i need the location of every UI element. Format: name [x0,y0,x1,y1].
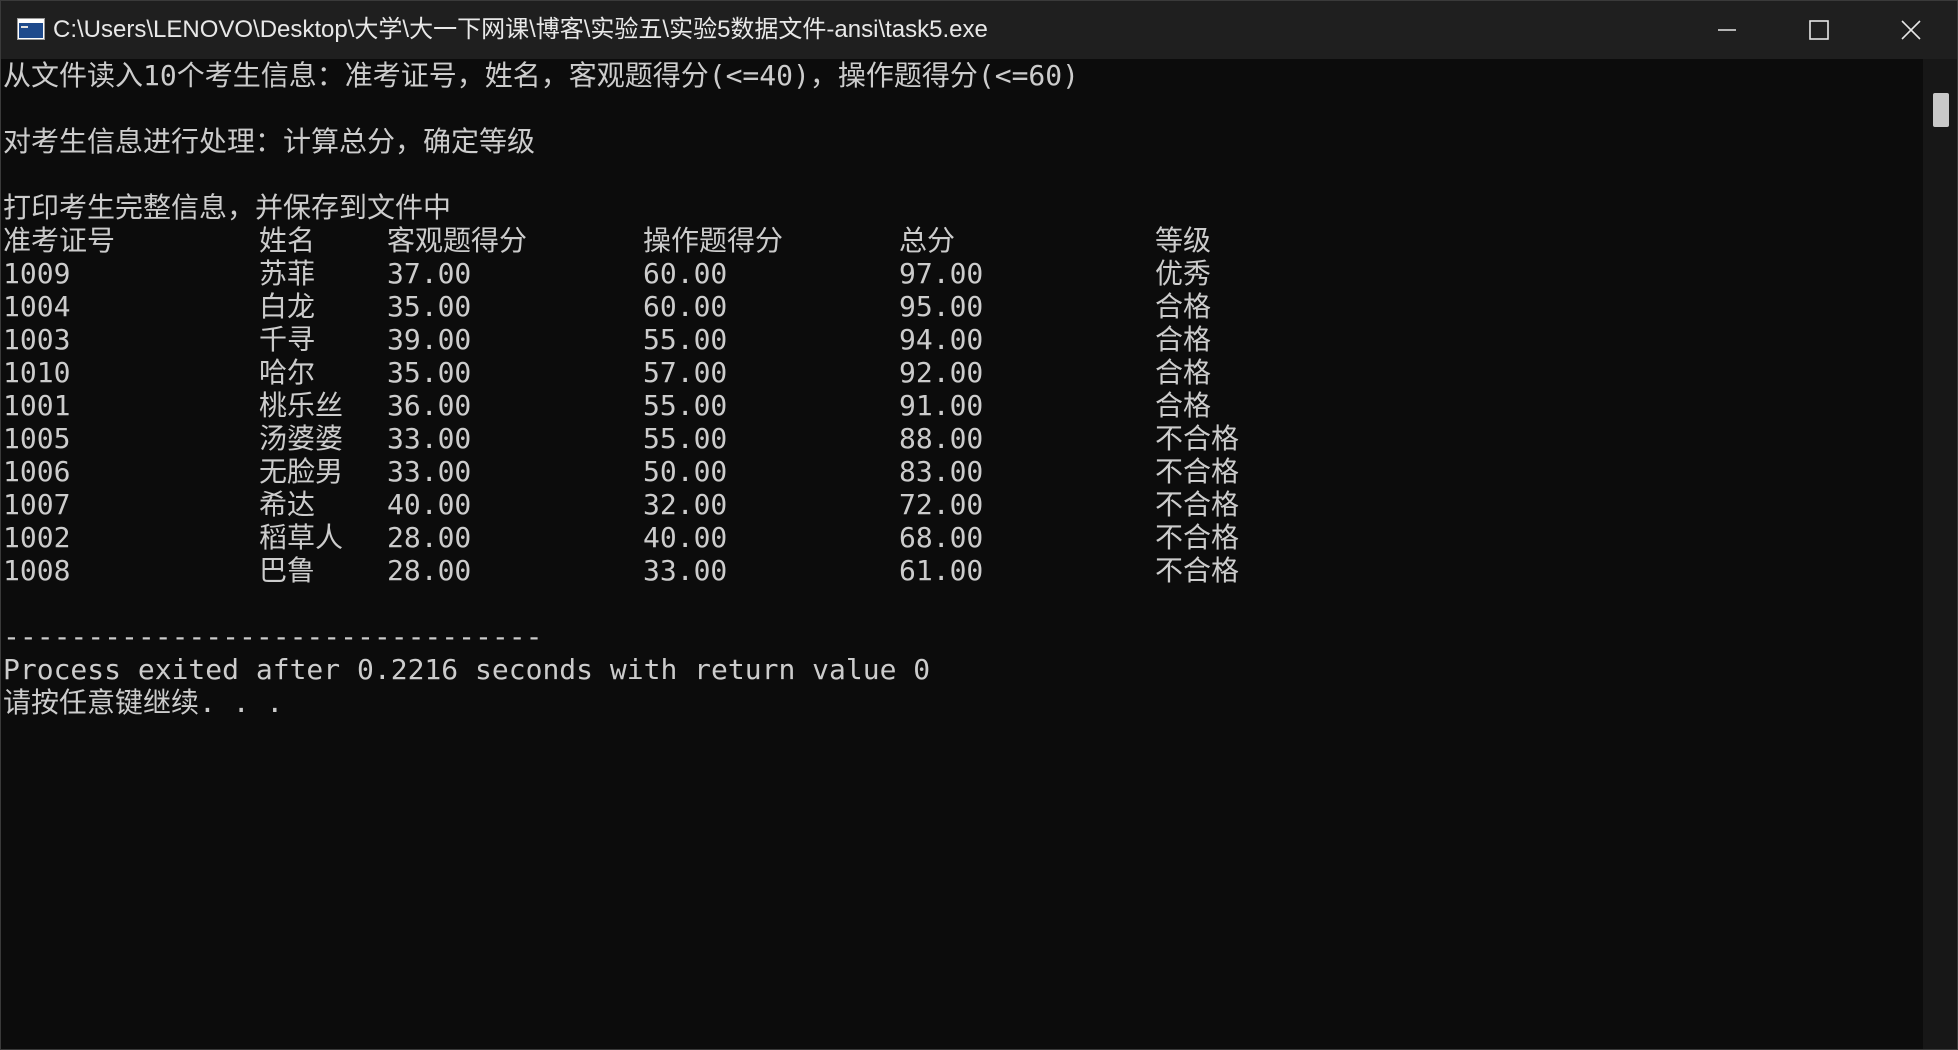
maximize-button[interactable] [1773,1,1865,59]
row-name: 苏菲 [259,257,316,290]
row-id: 1010 [3,356,71,389]
row-operation: 55.00 [643,389,728,422]
row-grade: 不合格 [1155,422,1240,455]
console-window: C:\Users\LENOVO\Desktop\大学\大一下网课\博客\实验五\… [0,0,1958,1050]
row-grade: 合格 [1155,356,1212,389]
row-operation: 33.00 [643,554,728,587]
processing-line: 对考生信息进行处理：计算总分，确定等级 [3,125,536,158]
row-id: 1005 [3,422,71,455]
row-grade: 不合格 [1155,521,1240,554]
row-total: 94.00 [899,323,984,356]
row-operation: 55.00 [643,323,728,356]
row-id: 1006 [3,455,71,488]
title-bar[interactable]: C:\Users\LENOVO\Desktop\大学\大一下网课\博客\实验五\… [1,1,1957,59]
row-id: 1009 [3,257,71,290]
continue-prompt: 请按任意键继续. . . [3,686,284,719]
row-total: 61.00 [899,554,984,587]
header-name: 姓名 [259,224,316,257]
row-objective: 37.00 [387,257,472,290]
row-total: 95.00 [899,290,984,323]
row-operation: 32.00 [643,488,728,521]
row-id: 1003 [3,323,71,356]
row-name: 桃乐丝 [259,389,344,422]
row-id: 1002 [3,521,71,554]
row-operation: 60.00 [643,290,728,323]
console-output[interactable]: 从文件读入10个考生信息：准考证号，姓名，客观题得分(<=40)，操作题得分(<… [1,59,1923,1049]
row-total: 97.00 [899,257,984,290]
row-grade: 不合格 [1155,455,1240,488]
row-objective: 28.00 [387,521,472,554]
row-operation: 60.00 [643,257,728,290]
close-button[interactable] [1865,1,1957,59]
row-id: 1007 [3,488,71,521]
row-id: 1004 [3,290,71,323]
row-name: 千寻 [259,323,316,356]
close-icon [1901,20,1921,40]
row-name: 哈尔 [259,356,316,389]
row-grade: 合格 [1155,290,1212,323]
row-operation: 40.00 [643,521,728,554]
row-name: 无脸男 [259,455,344,488]
minimize-button[interactable] [1681,1,1773,59]
scroll-thumb[interactable] [1933,93,1949,127]
header-objective: 客观题得分 [387,224,528,257]
row-objective: 40.00 [387,488,472,521]
row-objective: 35.00 [387,356,472,389]
row-name: 希达 [259,488,316,521]
row-total: 88.00 [899,422,984,455]
row-total: 92.00 [899,356,984,389]
row-name: 巴鲁 [259,554,316,587]
row-name: 稻草人 [259,521,344,554]
row-grade: 合格 [1155,323,1212,356]
print-line: 打印考生完整信息，并保存到文件中 [3,191,452,224]
row-objective: 28.00 [387,554,472,587]
row-operation: 57.00 [643,356,728,389]
window-title: C:\Users\LENOVO\Desktop\大学\大一下网课\博客\实验五\… [53,16,988,43]
vertical-scrollbar[interactable] [1923,59,1957,1049]
intro-line: 从文件读入10个考生信息：准考证号，姓名，客观题得分(<=40)，操作题得分(<… [3,59,1080,92]
row-grade: 合格 [1155,389,1212,422]
row-operation: 55.00 [643,422,728,455]
row-name: 白龙 [259,290,316,323]
row-objective: 35.00 [387,290,472,323]
separator-line: -------------------------------- [3,620,543,653]
maximize-icon [1809,20,1829,40]
row-name: 汤婆婆 [259,422,344,455]
row-operation: 50.00 [643,455,728,488]
row-total: 68.00 [899,521,984,554]
row-total: 91.00 [899,389,984,422]
row-objective: 33.00 [387,422,472,455]
row-objective: 39.00 [387,323,472,356]
exit-message: Process exited after 0.2216 seconds with… [3,653,931,686]
row-id: 1008 [3,554,71,587]
header-id: 准考证号 [3,224,116,257]
row-grade: 不合格 [1155,488,1240,521]
row-objective: 36.00 [387,389,472,422]
row-grade: 优秀 [1155,257,1212,290]
row-total: 83.00 [899,455,984,488]
row-grade: 不合格 [1155,554,1240,587]
row-objective: 33.00 [387,455,472,488]
header-grade: 等级 [1155,224,1212,257]
header-operation: 操作题得分 [643,224,784,257]
row-total: 72.00 [899,488,984,521]
header-total: 总分 [899,224,956,257]
row-id: 1001 [3,389,71,422]
console-app-icon [17,18,45,40]
minimize-icon [1718,29,1736,31]
